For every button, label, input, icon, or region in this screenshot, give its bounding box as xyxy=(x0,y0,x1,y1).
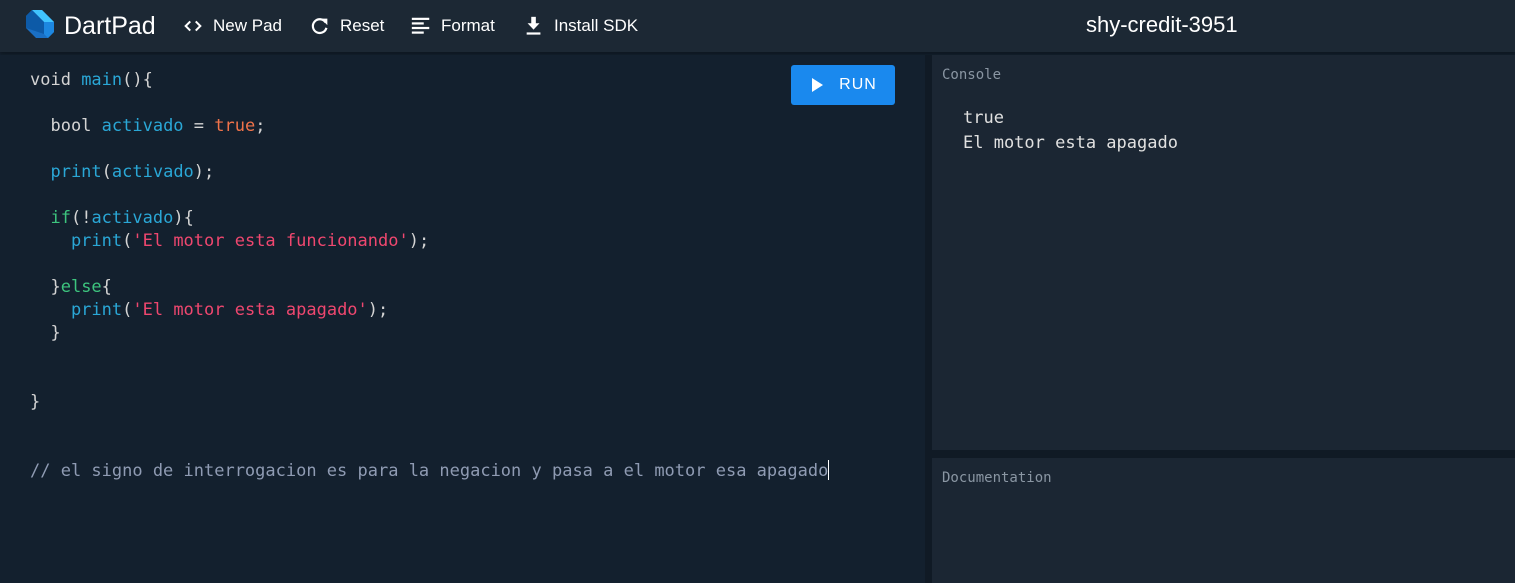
code-comment-line: // el signo de interrogacion es para la … xyxy=(30,460,830,481)
code-line: print(activado); xyxy=(30,162,215,182)
console-output: true El motor esta apagado xyxy=(963,106,1178,156)
download-icon xyxy=(523,15,545,37)
play-icon xyxy=(812,78,824,92)
documentation-panel: Documentation xyxy=(932,458,1515,583)
run-label: RUN xyxy=(839,76,877,93)
vertical-splitter[interactable] xyxy=(925,55,932,583)
documentation-title: Documentation xyxy=(942,470,1052,486)
code-editor[interactable]: void main(){ bool activado = true; print… xyxy=(0,55,925,583)
console-line: El motor esta apagado xyxy=(963,133,1178,153)
format-button[interactable]: Format xyxy=(410,14,495,38)
code-line: print('El motor esta apagado'); xyxy=(30,300,389,320)
code-icon xyxy=(182,15,204,37)
code-line: void main(){ xyxy=(30,70,153,90)
top-app-bar: DartPad New Pad Reset Format Install SDK… xyxy=(0,0,1515,52)
console-panel: Console true El motor esta apagado xyxy=(932,55,1515,450)
horizontal-splitter[interactable] xyxy=(932,450,1515,458)
reset-button[interactable]: Reset xyxy=(309,14,384,38)
dart-logo-icon xyxy=(24,8,56,45)
text-cursor xyxy=(828,460,830,480)
app-name: DartPad xyxy=(64,11,156,40)
reset-label: Reset xyxy=(340,16,385,35)
new-pad-button[interactable]: New Pad xyxy=(182,14,282,38)
code-line: print('El motor esta funcionando'); xyxy=(30,231,430,251)
install-sdk-button[interactable]: Install SDK xyxy=(523,14,638,38)
console-line: true xyxy=(963,108,1004,128)
format-align-icon xyxy=(410,15,432,37)
install-sdk-label: Install SDK xyxy=(554,16,639,35)
pad-title[interactable]: shy-credit-3951 xyxy=(1086,12,1238,38)
code-line: }else{ xyxy=(30,277,112,297)
dartpad-logo[interactable]: DartPad xyxy=(24,9,156,43)
run-button[interactable]: RUN xyxy=(791,65,895,105)
code-line: if(!activado){ xyxy=(30,208,194,228)
console-title: Console xyxy=(942,67,1002,83)
new-pad-label: New Pad xyxy=(213,16,282,35)
code-line: } xyxy=(30,323,61,343)
code-text[interactable]: void main(){ bool activado = true; print… xyxy=(30,69,830,483)
code-line: } xyxy=(30,392,41,412)
refresh-icon xyxy=(309,15,331,37)
code-line: bool activado = true; xyxy=(30,116,266,136)
format-label: Format xyxy=(441,16,495,35)
